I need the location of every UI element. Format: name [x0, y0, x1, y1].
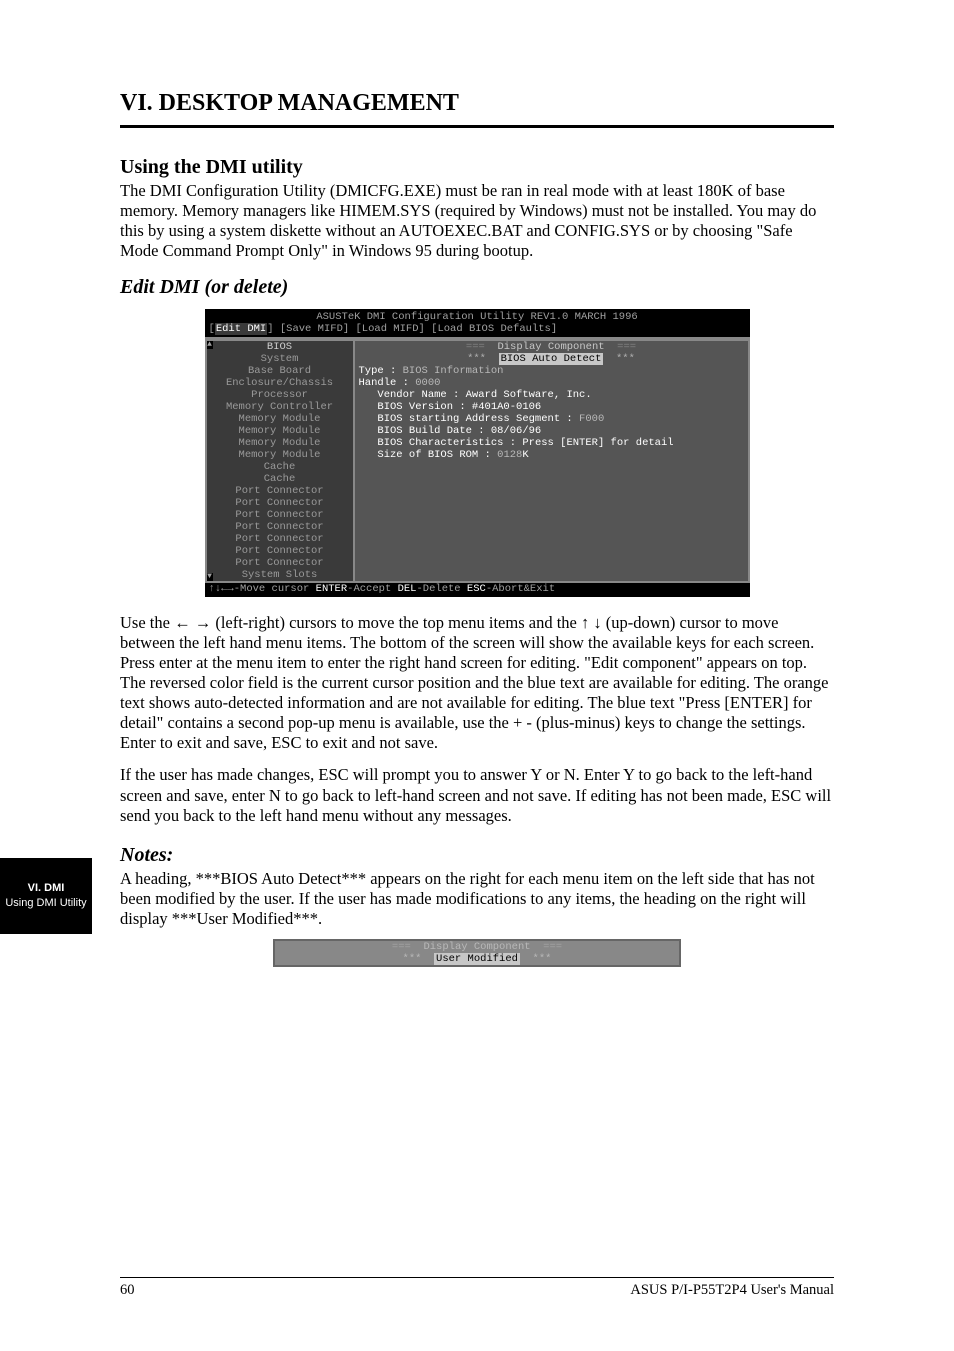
- side-tab: VI. DMI Using DMI Utility: [0, 858, 92, 934]
- list-item[interactable]: BIOS: [207, 341, 353, 353]
- header-rule: [120, 125, 834, 128]
- notes-body: A heading, ***BIOS Auto Detect*** appear…: [120, 869, 834, 929]
- edit-dmi-heading: Edit DMI (or delete): [120, 276, 834, 299]
- subhead-using: Using the DMI utility: [120, 156, 834, 179]
- list-item[interactable]: Port Connector: [207, 557, 353, 569]
- dos-right-panel: === Display Component === *** BIOS Auto …: [355, 339, 750, 583]
- list-item[interactable]: Memory Controller: [207, 401, 353, 413]
- field-build: BIOS Build Date : 08/06/96: [359, 425, 744, 437]
- menu-save-mifd[interactable]: Save MIFD: [286, 323, 343, 335]
- intro-paragraph: The DMI Configuration Utility (DMICFG.EX…: [120, 181, 834, 262]
- list-item[interactable]: System: [207, 353, 353, 365]
- side-tab-sub: Using DMI Utility: [5, 897, 86, 910]
- user-modified-banner: === Display Component === *** User Modif…: [273, 939, 681, 967]
- dos-title-text: ASUSTeK DMI Configuration Utility REV1.0…: [316, 311, 637, 323]
- list-item[interactable]: Port Connector: [207, 521, 353, 533]
- dos-left-list[interactable]: ▲ BIOS System Base Board Enclosure/Chass…: [205, 339, 355, 583]
- dos-menubar[interactable]: [Edit DMI] [Save MIFD] [Load MIFD] [Load…: [205, 323, 750, 337]
- display-component-header: === Display Component ===: [359, 341, 744, 353]
- dos-title: ASUSTeK DMI Configuration Utility REV1.0…: [205, 309, 750, 323]
- list-item[interactable]: Port Connector: [207, 509, 353, 521]
- notes-heading: Notes:: [120, 844, 834, 867]
- autodetect-banner: *** BIOS Auto Detect ***: [359, 353, 744, 365]
- scroll-down-icon[interactable]: ▼: [207, 573, 213, 581]
- field-characteristics[interactable]: BIOS Characteristics : Press [ENTER] for…: [359, 437, 744, 449]
- field-romsize: Size of BIOS ROM : 0128K: [359, 449, 744, 461]
- list-item[interactable]: Port Connector: [207, 485, 353, 497]
- list-item[interactable]: Port Connector: [207, 533, 353, 545]
- list-item[interactable]: Cache: [207, 473, 353, 485]
- list-item[interactable]: Memory Module: [207, 425, 353, 437]
- scroll-up-icon[interactable]: ▲: [207, 341, 213, 349]
- list-item[interactable]: Memory Module: [207, 413, 353, 425]
- field-type: Type : BIOS Information: [359, 365, 744, 377]
- menu-load-mifd[interactable]: Load MIFD: [362, 323, 419, 335]
- field-seg: BIOS starting Address Segment : F000: [359, 413, 744, 425]
- list-item[interactable]: Processor: [207, 389, 353, 401]
- list-item[interactable]: System Slots: [207, 569, 353, 581]
- field-vendor: Vendor Name : Award Software, Inc.: [359, 389, 744, 401]
- dos-window: ASUSTeK DMI Configuration Utility REV1.0…: [205, 309, 750, 597]
- field-biosver: BIOS Version : #401A0-0106: [359, 401, 744, 413]
- list-item[interactable]: Port Connector: [207, 545, 353, 557]
- list-item[interactable]: Memory Module: [207, 437, 353, 449]
- field-handle: Handle : 0000: [359, 377, 744, 389]
- dos-statusbar: ↑↓←→-Move cursor ENTER-Accept DEL-Delete…: [205, 583, 750, 597]
- paragraph-usage: Use the ← → (left-right) cursors to move…: [120, 613, 834, 754]
- doc-title: ASUS P/I-P55T2P4 User's Manual: [630, 1282, 834, 1299]
- side-tab-roman: VI. DMI: [28, 882, 65, 895]
- list-item[interactable]: Enclosure/Chassis: [207, 377, 353, 389]
- page-footer: 60 ASUS P/I-P55T2P4 User's Manual: [120, 1277, 834, 1299]
- section-title: VI. DESKTOP MANAGEMENT: [120, 90, 834, 119]
- list-item[interactable]: Base Board: [207, 365, 353, 377]
- menu-load-bios-defaults[interactable]: Load BIOS Defaults: [437, 323, 550, 335]
- list-item[interactable]: Port Connector: [207, 497, 353, 509]
- list-item[interactable]: Cache: [207, 461, 353, 473]
- page-number: 60: [120, 1282, 135, 1299]
- paragraph-esc: If the user has made changes, ESC will p…: [120, 765, 834, 825]
- list-item[interactable]: Memory Module: [207, 449, 353, 461]
- menu-edit-dmi[interactable]: Edit DMI: [215, 323, 267, 335]
